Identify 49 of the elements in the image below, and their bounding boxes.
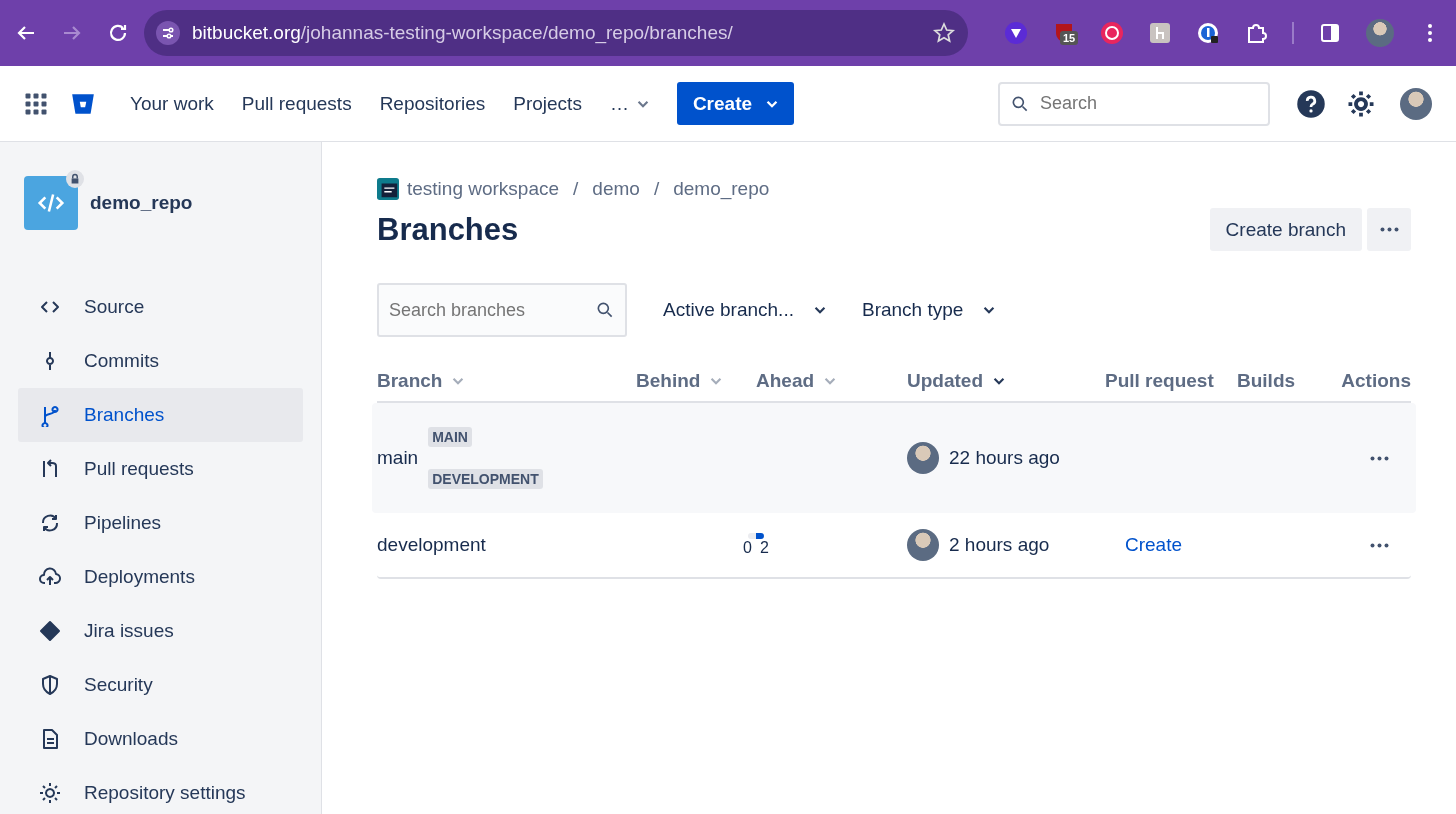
nav-link[interactable]: Projects [499,84,596,123]
branch-label: MAIN [428,427,472,447]
create-button[interactable]: Create [676,82,795,125]
column-header: Builds [1237,370,1296,392]
sidebar-item[interactable]: Deployments [18,550,303,604]
sidebar-item[interactable]: Branches [18,388,303,442]
sidebar-item[interactable]: Downloads [18,712,303,766]
nav-link[interactable]: Repositories [365,84,500,123]
behind-count: 0 [743,539,752,557]
table-row[interactable]: development 0 2 2 hours ago Create [377,513,1411,579]
sidebar-item[interactable]: Security [18,658,303,712]
sidebar-item[interactable]: Commits [18,334,303,388]
create-branch-button[interactable]: Create branch [1209,208,1362,251]
sidebar-item[interactable]: Source [18,280,303,334]
page-title: Branches [377,211,519,248]
sidebar-item[interactable]: Repository settings [18,766,303,814]
nav-link[interactable]: Your work [116,84,228,123]
create-pull-request-link[interactable]: Create [1125,534,1183,555]
repository-name: demo_repo [90,192,193,214]
column-header[interactable]: Behind [636,370,723,392]
nav-link[interactable]: Pull requests [227,84,366,123]
breadcrumb-link[interactable]: testing workspace [407,178,560,200]
updated-time: 22 hours ago [949,447,1060,469]
filter-dropdown[interactable]: Active branch... [663,291,842,329]
column-header: Actions [1341,370,1411,392]
branch-search-field[interactable]: Search branches [377,283,627,337]
updated-time: 2 hours ago [949,534,1050,556]
branch-link[interactable]: development [377,534,486,556]
extension-badge: 15 [1060,31,1079,45]
breadcrumb-link[interactable]: demo_repo [673,178,770,200]
url-text: bitbucket.org/johannas-testing-workspace/demo_repo/branches/ [192,22,734,44]
breadcrumb-separator: / [653,178,660,200]
column-header: Pull request [1105,370,1214,392]
search-field[interactable]: Search [998,81,1270,126]
sidebar-item[interactable]: Jira issues [18,604,303,658]
breadcrumb-link[interactable]: demo [592,178,640,200]
column-header[interactable]: Branch [377,370,465,392]
column-header[interactable]: Updated [907,370,1005,392]
sidebar-item[interactable]: Pull requests [18,442,303,496]
column-header[interactable]: Ahead [756,370,837,392]
table-row[interactable]: main MAIN DEVELOPMENT 22 hours ago [372,403,1416,513]
filter-dropdown[interactable]: Branch type [861,291,1012,329]
more-menu[interactable]: … [595,84,663,123]
branch-link[interactable]: main [377,447,419,469]
address-bar[interactable]: bitbucket.org/johannas-testing-workspace/demo_repo/branches/ [144,10,968,56]
ahead-count: 2 [760,539,769,557]
sidebar-item[interactable]: Pipelines [18,496,303,550]
breadcrumb-separator: / [573,178,579,200]
branch-label: DEVELOPMENT [428,469,543,489]
